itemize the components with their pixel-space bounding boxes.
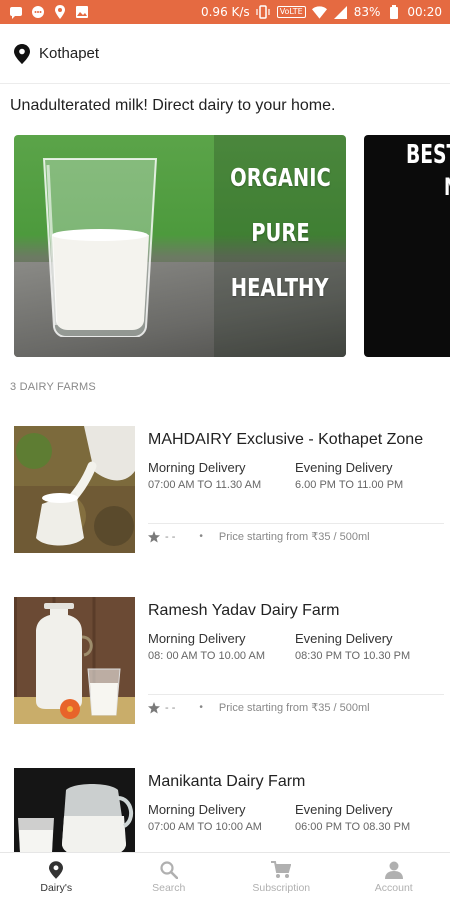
nav-label: Dairy's	[40, 881, 73, 894]
morning-delivery-label: Morning Delivery	[148, 631, 246, 646]
nav-label: Subscription	[252, 881, 311, 894]
morning-delivery-time: 07:00 AM TO 10:00 AM	[148, 821, 262, 833]
banner-word: BEST	[406, 140, 450, 170]
image-icon	[74, 5, 89, 20]
volte-badge: VoLTE	[276, 6, 306, 18]
farm-rating: - -	[165, 701, 176, 714]
banner-word: ORGANIC	[229, 163, 331, 192]
farm-count: 3 DAIRY FARMS	[10, 381, 96, 393]
banner-word: HEALTHY	[231, 273, 329, 302]
bottom-nav: Dairy's Search Subscription Account	[0, 852, 450, 900]
clock: 00:20	[407, 5, 442, 19]
divider	[148, 694, 444, 695]
signal-icon	[333, 5, 348, 20]
evening-delivery-label: Evening Delivery	[295, 631, 393, 646]
status-bar: 0.96 K/s VoLTE 83% 00:20	[0, 0, 450, 24]
morning-delivery-label: Morning Delivery	[148, 460, 246, 475]
star-icon	[148, 701, 160, 713]
morning-delivery-time: 07:00 AM TO 11.30 AM	[148, 479, 262, 491]
location-selector[interactable]: Kothapet	[0, 24, 450, 84]
farm-card[interactable]: MAHDAIRY Exclusive - Kothapet Zone Morni…	[0, 426, 450, 586]
morning-delivery-label: Morning Delivery	[148, 802, 246, 817]
farm-rating: - -	[165, 530, 176, 543]
chat-icon	[30, 5, 45, 20]
evening-delivery-time: 08:30 PM TO 10.30 PM	[295, 650, 411, 662]
morning-delivery: Morning Delivery 07:00 AM TO 10:00 AM	[148, 802, 262, 833]
farm-name: Ramesh Yadav Dairy Farm	[148, 602, 340, 619]
farm-name: MAHDAIRY Exclusive - Kothapet Zone	[148, 431, 424, 448]
nav-dairys[interactable]: Dairy's	[0, 853, 113, 900]
farm-price: Price starting from ₹35 / 500ml	[218, 531, 370, 543]
message-icon	[8, 5, 23, 20]
star-icon	[148, 530, 160, 542]
evening-delivery-time: 06:00 PM TO 08.30 PM	[295, 821, 411, 833]
evening-delivery: Evening Delivery 6.00 PM TO 11.00 PM	[295, 460, 403, 491]
divider	[148, 523, 444, 524]
battery-icon	[386, 5, 401, 20]
nav-subscription[interactable]: Subscription	[225, 853, 338, 900]
location-pin-icon	[46, 860, 66, 880]
morning-delivery: Morning Delivery 08: 00 AM TO 10.00 AM	[148, 631, 265, 662]
banner-best[interactable]: BEST N	[364, 135, 450, 357]
separator-dot: •	[199, 702, 203, 713]
farm-meta: - - • Price starting from ₹35 / 500ml	[148, 530, 370, 543]
evening-delivery-label: Evening Delivery	[295, 802, 393, 817]
farm-name: Manikanta Dairy Farm	[148, 773, 306, 790]
farm-image	[14, 597, 135, 724]
farm-meta: - - • Price starting from ₹35 / 500ml	[148, 701, 370, 714]
separator-dot: •	[199, 531, 203, 542]
person-icon	[384, 860, 404, 880]
farm-price: Price starting from ₹35 / 500ml	[218, 702, 370, 714]
location-icon	[52, 5, 67, 20]
nav-account[interactable]: Account	[338, 853, 450, 900]
milk-glass-image	[42, 158, 158, 337]
nav-search[interactable]: Search	[113, 853, 226, 900]
tagline: Unadulterated milk! Direct dairy to your…	[10, 97, 336, 114]
location-pin-icon	[14, 43, 30, 64]
nav-label: Search	[152, 881, 186, 894]
evening-delivery-time: 6.00 PM TO 11.00 PM	[295, 479, 404, 491]
location-name: Kothapet	[39, 45, 100, 62]
network-speed: 0.96 K/s	[200, 5, 250, 19]
farm-card[interactable]: Ramesh Yadav Dairy Farm Morning Delivery…	[0, 597, 450, 757]
banner-word: PURE	[250, 218, 310, 247]
evening-delivery: Evening Delivery 06:00 PM TO 08.30 PM	[295, 802, 410, 833]
wifi-icon	[311, 5, 327, 20]
banner-organic[interactable]: ORGANIC PURE HEALTHY	[14, 135, 346, 357]
banner-word: N	[444, 173, 450, 201]
evening-delivery: Evening Delivery 08:30 PM TO 10.30 PM	[295, 631, 410, 662]
banner-carousel[interactable]: ORGANIC PURE HEALTHY BEST N	[0, 135, 450, 357]
nav-label: Account	[374, 881, 413, 894]
vibrate-icon	[256, 5, 271, 20]
cart-icon	[271, 860, 292, 880]
evening-delivery-label: Evening Delivery	[295, 460, 393, 475]
morning-delivery: Morning Delivery 07:00 AM TO 11.30 AM	[148, 460, 261, 491]
morning-delivery-time: 08: 00 AM TO 10.00 AM	[148, 650, 265, 662]
farm-image	[14, 426, 135, 553]
battery-percent: 83%	[353, 5, 381, 19]
search-icon	[159, 860, 179, 880]
